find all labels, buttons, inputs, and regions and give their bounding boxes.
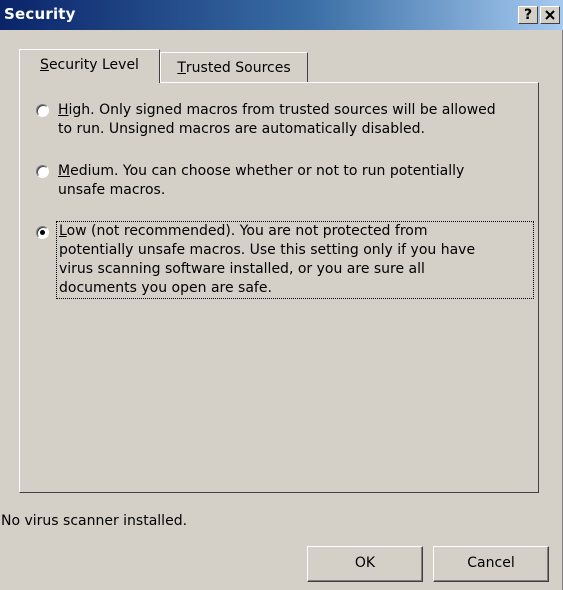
option-medium[interactable]: Medium. You can choose whether or not to… [36,162,530,202]
help-icon: ? [523,7,533,23]
title-bar[interactable]: Security ? [0,0,563,30]
option-low[interactable]: Low (not recommended). You are not prote… [36,221,534,303]
radio-high[interactable] [36,104,49,117]
radio-medium[interactable] [36,165,49,178]
security-dialog: Security ? Security Level Trusted Source… [0,0,563,590]
close-icon [545,10,555,20]
tab-security-level-label: Security Level [40,57,139,73]
tab-security-level[interactable]: Security Level [19,49,160,83]
option-high[interactable]: High. Only signed macros from trusted so… [36,101,530,141]
radio-low[interactable] [36,226,49,239]
cancel-button[interactable]: Cancel [433,546,549,582]
option-high-label: High. Only signed macros from trusted so… [58,102,496,137]
close-button[interactable] [540,6,560,24]
security-level-panel: High. Only signed macros from trusted so… [19,82,539,493]
help-button[interactable]: ? [518,6,538,24]
status-text: No virus scanner installed. [1,513,188,529]
window-title: Security [4,5,76,23]
ok-button[interactable]: OK [307,546,423,582]
tab-trusted-sources-label: Trusted Sources [177,60,291,76]
tab-trusted-sources[interactable]: Trusted Sources [160,52,308,82]
option-low-label: Low (not recommended). You are not prote… [56,221,534,299]
option-medium-label: Medium. You can choose whether or not to… [58,163,465,198]
